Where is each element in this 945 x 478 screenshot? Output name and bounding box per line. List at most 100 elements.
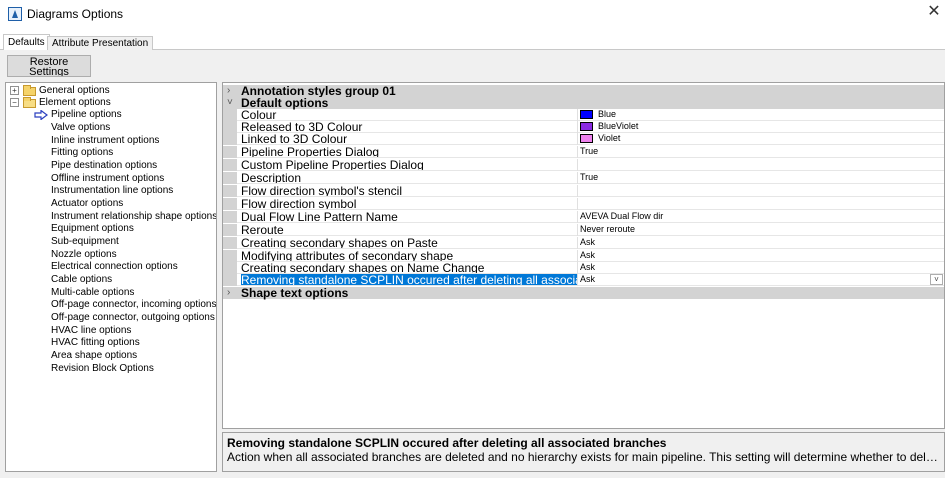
- category-default-options[interactable]: ˅ Default options: [223, 97, 944, 109]
- category-annotation-styles[interactable]: › Annotation styles group 01: [223, 85, 944, 97]
- folder-open-icon: [23, 97, 36, 108]
- row-gutter: [223, 237, 237, 249]
- property-value[interactable]: Ask: [580, 250, 942, 261]
- property-name: Dual Flow Line Pattern Name: [241, 211, 398, 222]
- column-divider: [577, 121, 578, 133]
- folder-icon: [23, 85, 36, 96]
- tree-item-fitting-options[interactable]: Fitting options: [51, 147, 113, 160]
- row-gutter: [223, 172, 237, 184]
- tree-item-pipe-destination-options[interactable]: Pipe destination options: [51, 160, 157, 173]
- tab-strip: Defaults Attribute Presentation: [0, 34, 945, 51]
- tree-item-label: Pipeline options: [51, 109, 122, 120]
- property-name: Removing standalone SCPLIN occured after…: [241, 274, 577, 285]
- property-row-colour[interactable]: Colour Blue: [223, 109, 944, 121]
- property-row-dual-flow-line-pattern[interactable]: Dual Flow Line Pattern Name AVEVA Dual F…: [223, 211, 944, 223]
- column-divider: [577, 133, 578, 145]
- tab-defaults[interactable]: Defaults: [3, 34, 50, 51]
- property-value-select[interactable]: Ask: [580, 274, 942, 285]
- chevron-down-icon[interactable]: ˅: [930, 274, 943, 285]
- property-row-removing-standalone-scplin[interactable]: Removing standalone SCPLIN occured after…: [223, 274, 944, 286]
- property-value[interactable]: Blue: [580, 109, 942, 120]
- column-divider: [577, 224, 578, 236]
- property-value-text: BlueViolet: [598, 121, 639, 131]
- property-row-secondary-shapes-paste[interactable]: Creating secondary shapes on Paste Ask: [223, 237, 944, 249]
- tree-item-valve-options[interactable]: Valve options: [51, 122, 110, 135]
- options-tree[interactable]: + General options − Element options Pipe…: [5, 82, 217, 472]
- property-row-reroute[interactable]: Reroute Never reroute: [223, 224, 944, 236]
- property-row-modifying-secondary-shape[interactable]: Modifying attributes of secondary shape …: [223, 250, 944, 262]
- tree-item-revision-block-options[interactable]: Revision Block Options: [51, 363, 154, 376]
- property-name: Creating secondary shapes on Paste: [241, 237, 438, 248]
- color-swatch: [580, 122, 593, 131]
- property-row-flow-direction-symbol[interactable]: Flow direction symbol: [223, 198, 944, 210]
- chevron-down-icon[interactable]: ˅: [227, 97, 233, 108]
- property-row-flow-symbol-stencil[interactable]: Flow direction symbol's stencil: [223, 185, 944, 197]
- property-value-text: Blue: [598, 109, 617, 119]
- column-divider: [577, 237, 578, 249]
- column-divider: [577, 159, 578, 171]
- tree-item-instrumentation-line-options[interactable]: Instrumentation line options: [51, 185, 173, 198]
- property-value[interactable]: Never reroute: [580, 224, 942, 235]
- property-name: Creating secondary shapes on Name Change: [241, 262, 485, 273]
- tree-item-pipeline-options[interactable]: Pipeline options: [34, 109, 214, 122]
- close-icon[interactable]: ✕: [926, 3, 942, 21]
- restore-settings-button[interactable]: Restore Settings: [7, 55, 91, 77]
- row-gutter: [223, 262, 237, 274]
- tree-item-cable-options[interactable]: Cable options: [51, 274, 112, 287]
- property-name: Flow direction symbol's stencil: [241, 185, 403, 196]
- property-row-custom-pipeline-dialog[interactable]: Custom Pipeline Properties Dialog: [223, 159, 944, 171]
- column-divider: [577, 198, 578, 210]
- property-row-linked-colour[interactable]: Linked to 3D Colour Violet: [223, 133, 944, 145]
- description-title: Removing standalone SCPLIN occured after…: [227, 436, 667, 450]
- category-label: Shape text options: [241, 286, 349, 300]
- property-row-description[interactable]: Description True: [223, 172, 944, 184]
- row-gutter: [223, 159, 237, 171]
- category-shape-text-options[interactable]: › Shape text options: [223, 286, 944, 300]
- column-divider: [577, 250, 578, 262]
- tree-item-actuator-options[interactable]: Actuator options: [51, 198, 123, 211]
- property-name: Custom Pipeline Properties Dialog: [241, 159, 424, 170]
- property-grid[interactable]: › Annotation styles group 01 ˅ Default o…: [222, 82, 945, 429]
- tree-item-equipment-options[interactable]: Equipment options: [51, 223, 134, 236]
- collapse-icon[interactable]: −: [10, 98, 19, 107]
- tree-item-electrical-connection-options[interactable]: Electrical connection options: [51, 261, 178, 274]
- property-value[interactable]: Ask: [580, 237, 942, 248]
- property-name: Pipeline Properties Dialog: [241, 146, 380, 157]
- property-name: Flow direction symbol: [241, 198, 357, 209]
- tree-item-area-shape-options[interactable]: Area shape options: [51, 350, 137, 363]
- column-divider: [577, 211, 578, 223]
- row-gutter: [223, 109, 237, 121]
- chevron-right-icon[interactable]: ›: [227, 287, 230, 298]
- row-gutter: [223, 211, 237, 223]
- property-value[interactable]: True: [580, 172, 942, 183]
- app-logo-icon: [8, 7, 22, 21]
- expand-icon[interactable]: +: [10, 86, 19, 95]
- property-value[interactable]: [580, 185, 942, 196]
- arrow-pointer-icon: [34, 110, 48, 120]
- property-value[interactable]: Ask: [580, 262, 942, 273]
- property-value[interactable]: [580, 159, 942, 170]
- chevron-right-icon[interactable]: ›: [227, 85, 230, 96]
- property-row-released-colour[interactable]: Released to 3D Colour BlueViolet: [223, 121, 944, 133]
- property-row-pipeline-properties-dialog[interactable]: Pipeline Properties Dialog True: [223, 146, 944, 158]
- row-gutter: [223, 185, 237, 197]
- property-value[interactable]: True: [580, 146, 942, 157]
- tab-attribute-presentation[interactable]: Attribute Presentation: [47, 36, 154, 51]
- title-bar: Diagrams Options ✕: [0, 0, 945, 30]
- description-pane: Removing standalone SCPLIN occured after…: [222, 432, 945, 472]
- property-name: Linked to 3D Colour: [241, 133, 348, 144]
- property-name: Description: [241, 172, 302, 183]
- property-value[interactable]: [580, 198, 942, 209]
- property-value[interactable]: BlueViolet: [580, 121, 942, 132]
- column-divider: [577, 172, 578, 184]
- tree-item-off-page-connector-incoming[interactable]: Off-page connector, incoming options: [51, 299, 216, 312]
- row-gutter: [223, 274, 237, 286]
- color-swatch: [580, 134, 593, 143]
- column-divider: [577, 185, 578, 197]
- property-value[interactable]: AVEVA Dual Flow dir: [580, 211, 942, 222]
- tree-item-sub-equipment[interactable]: Sub-equipment: [51, 236, 119, 249]
- tree-item-hvac-fitting-options[interactable]: HVAC fitting options: [51, 337, 140, 350]
- property-value[interactable]: Violet: [580, 133, 942, 144]
- property-row-secondary-shapes-name-change[interactable]: Creating secondary shapes on Name Change…: [223, 262, 944, 274]
- tree-item-off-page-connector-outgoing[interactable]: Off-page connector, outgoing options: [51, 312, 215, 325]
